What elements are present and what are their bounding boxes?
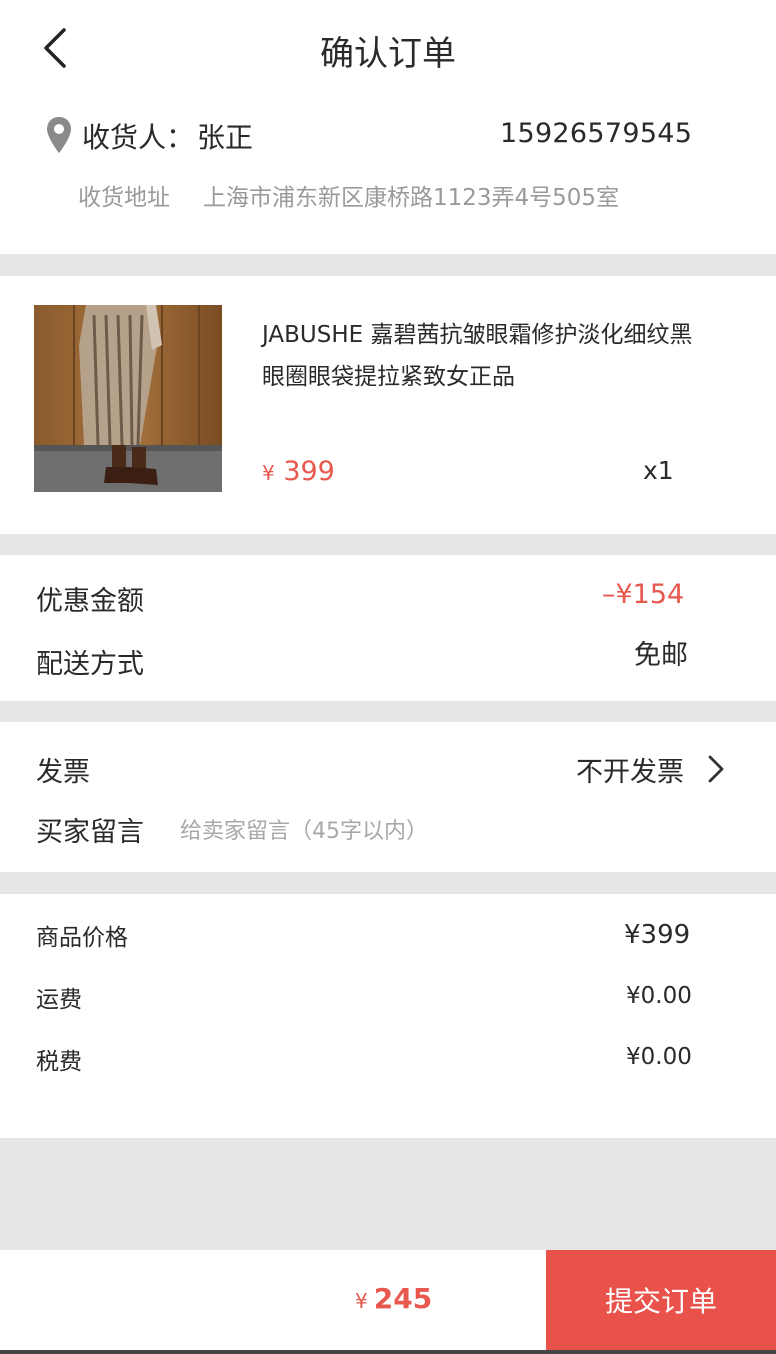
message-label: 买家留言 bbox=[36, 817, 144, 848]
summary-label-goods: 商品价格 bbox=[36, 925, 128, 951]
receiver-phone: 15926579545 bbox=[500, 118, 693, 149]
location-pin-icon bbox=[47, 117, 71, 153]
invoice-selector[interactable]: 不开发票 bbox=[576, 750, 684, 789]
address-value: 上海市浦东新区康桥路1123弄4号505室 bbox=[203, 185, 620, 211]
product-price-value: 399 bbox=[283, 456, 335, 487]
currency-symbol: ¥ bbox=[262, 461, 275, 485]
invoice-section: 发票 不开发票 买家留言 bbox=[0, 722, 776, 872]
shipping-value: 免邮 bbox=[634, 640, 688, 671]
address-label: 收货地址 bbox=[78, 185, 170, 211]
product-price: ¥ 399 bbox=[262, 456, 335, 487]
total-price: ¥245 bbox=[355, 1282, 432, 1315]
page-title: 确认订单 bbox=[320, 34, 456, 74]
summary-value-tax: ¥0.00 bbox=[626, 1044, 692, 1070]
chevron-right-icon[interactable] bbox=[706, 754, 726, 784]
discount-value: –¥154 bbox=[602, 579, 685, 610]
summary-label-shipping: 运费 bbox=[36, 987, 82, 1013]
checkout-bar: ¥245 提交订单 bbox=[0, 1250, 776, 1350]
product-image bbox=[34, 305, 222, 492]
receiver-name: 张正 bbox=[197, 121, 254, 154]
shipping-label: 配送方式 bbox=[36, 649, 144, 680]
buyer-message-input[interactable] bbox=[180, 814, 700, 848]
summary-value-shipping: ¥0.00 bbox=[626, 983, 692, 1009]
total-value: 245 bbox=[373, 1282, 433, 1315]
summary-value-goods: ¥399 bbox=[624, 920, 691, 950]
total-currency: ¥ bbox=[355, 1289, 368, 1313]
discount-section: 优惠金额 –¥154 配送方式 免邮 bbox=[0, 555, 776, 701]
discount-label: 优惠金额 bbox=[36, 586, 144, 617]
invoice-label: 发票 bbox=[36, 757, 90, 788]
product-quantity: x1 bbox=[643, 456, 674, 485]
submit-order-button[interactable]: 提交订单 bbox=[546, 1250, 776, 1350]
price-summary: 商品价格 ¥399 运费 ¥0.00 税费 ¥0.00 bbox=[0, 894, 776, 1138]
product-name: JABUSHE 嘉碧茜抗皱眼霜修护淡化细纹黑眼圈眼袋提拉紧致女正品 bbox=[262, 322, 693, 390]
product-card[interactable]: JABUSHE 嘉碧茜抗皱眼霜修护淡化细纹黑眼圈眼袋提拉紧致女正品 ¥ 399 … bbox=[0, 276, 776, 534]
address-section[interactable]: 确认订单 收货人： 张正 15926579545 收货地址 上海市浦东新区康桥路… bbox=[0, 0, 776, 254]
bottom-divider bbox=[0, 1350, 776, 1354]
summary-label-tax: 税费 bbox=[36, 1049, 82, 1075]
receiver-label: 收货人： bbox=[82, 121, 195, 154]
